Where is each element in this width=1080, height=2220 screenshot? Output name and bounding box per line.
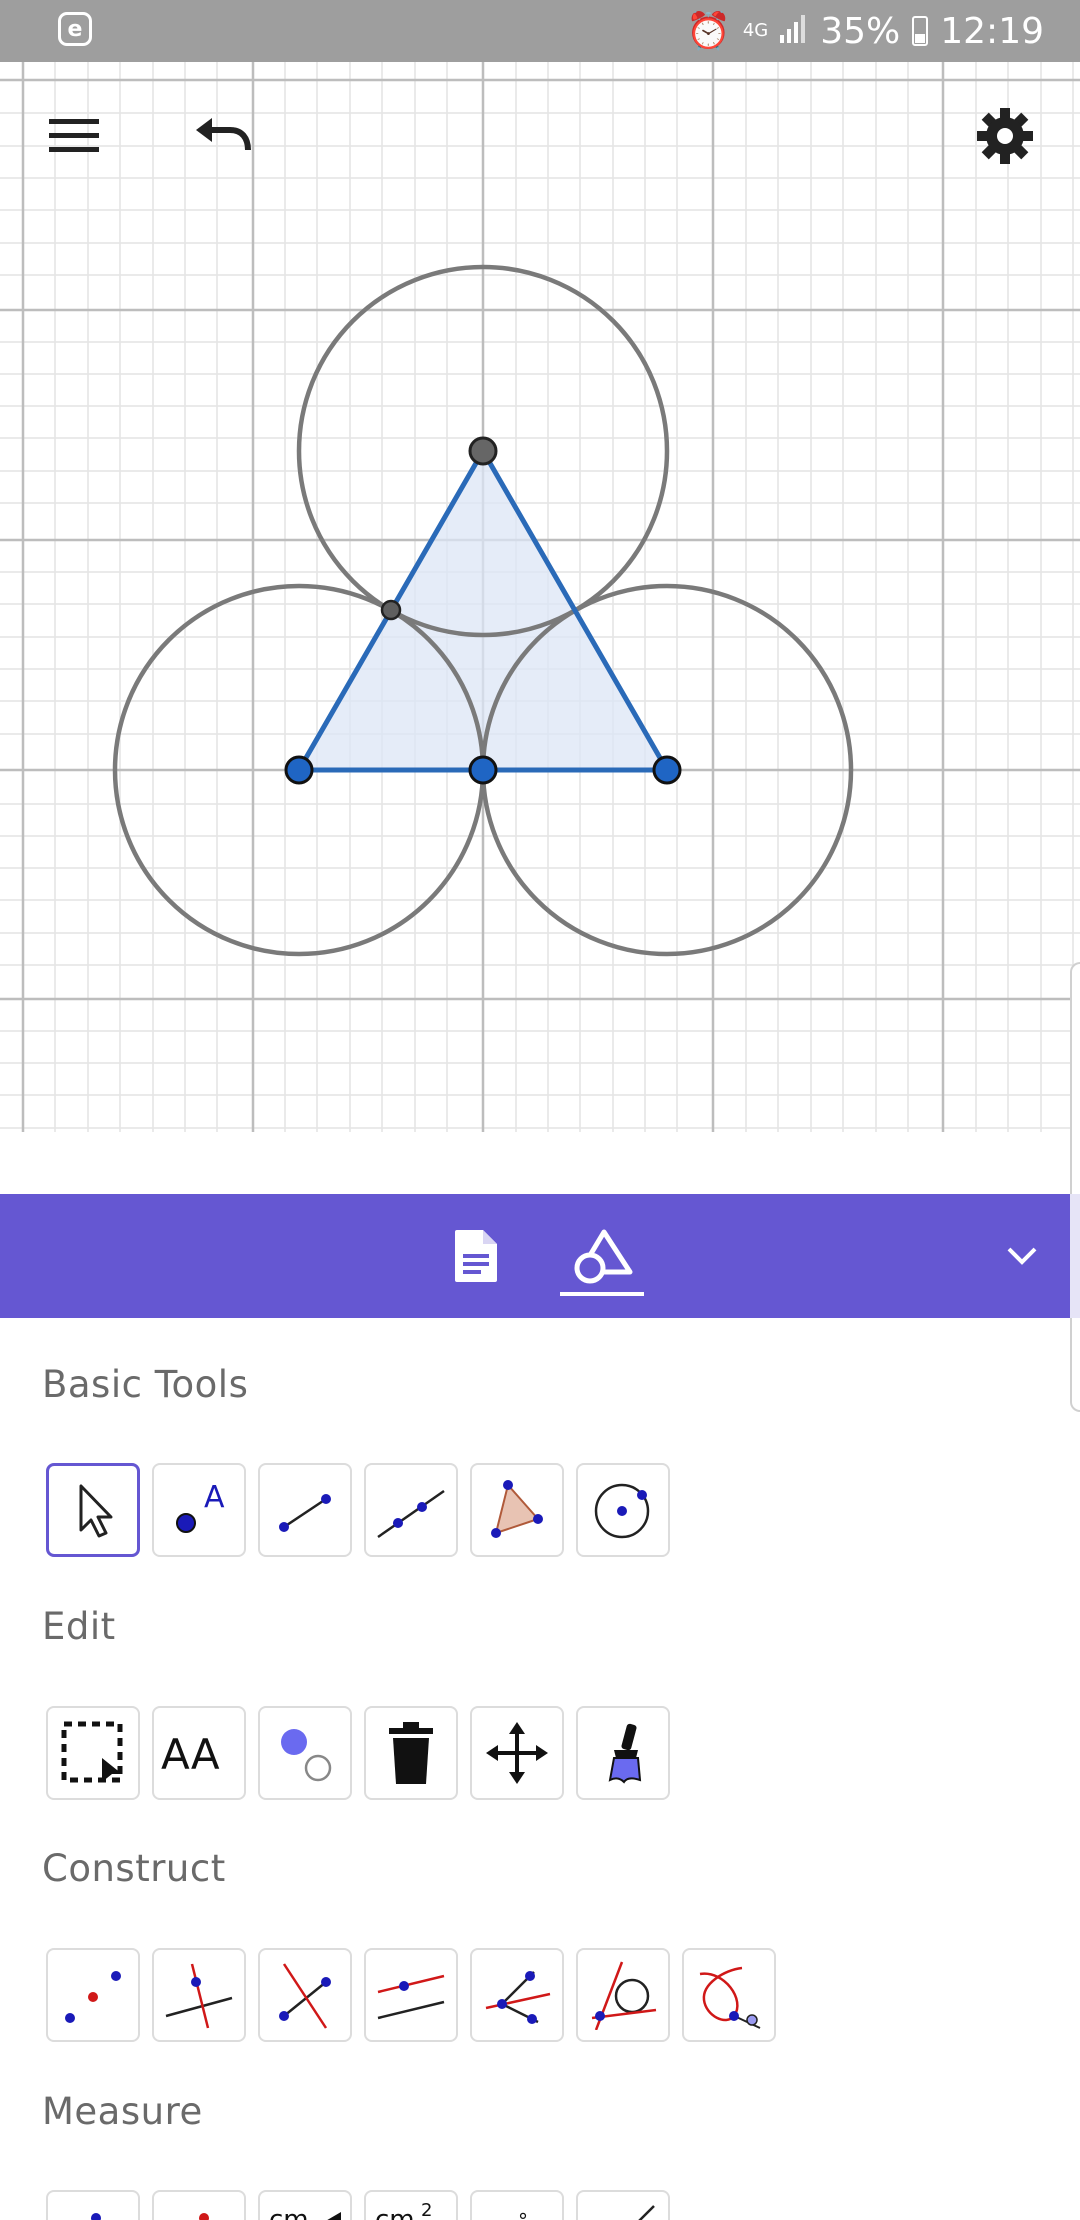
collapse-panel-button[interactable] [990,1224,1054,1288]
clock: 12:19 [940,10,1044,52]
app-notification-icon: e [58,12,92,46]
undo-icon [196,118,251,151]
slope-tool-icon [638,2205,655,2220]
chevron-down-icon [1007,1247,1037,1265]
svg-text:AA: AA [161,1730,220,1779]
copy-style-tool-button[interactable] [576,1706,670,1800]
status-bar: e ⏰ 4G 35% 12:19 [0,0,1080,62]
perpendicular-bisector-tool-icon [279,1963,331,2029]
settings-button[interactable] [960,96,1050,176]
battery-percent: 35% [820,10,901,52]
polygon-tool-icon [491,1480,543,1538]
locus-tool-button[interactable] [682,1948,776,2042]
locus-tool-icon [699,1966,761,2029]
edit-tools-row: AA [46,1706,670,1800]
midpoint-tool-icon [65,1971,121,2023]
area-tool-icon [199,2213,209,2220]
cm-length-tool-button[interactable]: cm [258,2190,352,2220]
copy-style-tool-icon [608,1723,642,1784]
network-type: 4G [742,20,769,41]
section-title-basic-tools: Basic Tools [42,1363,249,1406]
angle-tool-icon: ° [518,2209,528,2220]
status-right: ⏰ 4G 35% 12:19 [686,8,1044,54]
line-tool-icon [377,1489,445,1539]
angle-bisector-tool-icon [485,1971,551,2024]
move-graphics-view-tool-button[interactable] [470,1706,564,1800]
section-title-construct: Construct [42,1847,226,1890]
signal-icon [780,11,808,52]
point-left[interactable] [284,755,314,785]
cm2-area-tool-icon: cm 2 [375,2202,432,2220]
alarm-icon: ⏰ [686,11,731,52]
tools-panel: Basic Tools A Edit AA Construct Measure … [0,1318,1070,2220]
cm2-area-tool-button[interactable]: cm 2 [364,2190,458,2220]
side-panel-handle[interactable] [1070,962,1080,1412]
point-tool-icon: A [176,1480,225,1533]
tab-tools[interactable] [558,1212,646,1300]
parallel-line-tool-icon [377,1974,445,2020]
hamburger-menu-icon [49,119,99,152]
angle-bisector-tool-button[interactable] [470,1948,564,2042]
tangents-tool-icon [591,1961,657,2030]
delete-tool-button[interactable] [364,1706,458,1800]
parallel-line-tool-button[interactable] [364,1948,458,2042]
measure-tools-row: cm cm 2 ° [46,2190,670,2220]
gear-icon [977,108,1033,164]
circle-tool-button[interactable] [576,1463,670,1557]
construct-tools-row [46,1948,776,2042]
perpendicular-bisector-tool-button[interactable] [258,1948,352,2042]
point-apex[interactable] [468,436,498,466]
cm-length-tool-icon: cm [269,2205,341,2220]
move-tool-icon [79,1484,113,1538]
document-icon [455,1230,497,1282]
graphics-canvas[interactable] [0,62,1080,1194]
segment-tool-button[interactable] [258,1463,352,1557]
distance-tool-button[interactable] [46,2190,140,2220]
show-hide-object-tool-button[interactable] [258,1706,352,1800]
menu-button[interactable] [30,100,118,172]
cm2-superscript: 2 [421,2202,432,2220]
battery-icon [912,16,929,46]
delete-tool-icon [389,1722,433,1784]
angle-tool-button[interactable]: ° [470,2190,564,2220]
show-hide-object-tool-icon [281,1729,332,1782]
point-mid[interactable] [468,755,498,785]
midpoint-tool-button[interactable] [46,1948,140,2042]
point-tool-button[interactable]: A [152,1463,246,1557]
text-tool-button[interactable]: AA [152,1706,246,1800]
perpendicular-line-tool-icon [165,1963,233,2029]
line-tool-button[interactable] [364,1463,458,1557]
cm-label: cm [269,2205,309,2220]
svg-text:°: ° [518,2209,528,2220]
slope-tool-button[interactable] [576,2190,670,2220]
cm2-label: cm [375,2205,415,2220]
toolbar-edge [1070,1194,1080,1318]
point-right[interactable] [652,755,682,785]
area-tool-button[interactable] [152,2190,246,2220]
distance-tool-icon [91,2213,101,2220]
section-title-edit: Edit [42,1605,116,1648]
undo-button[interactable] [180,100,268,172]
select-objects-tool-button[interactable] [46,1706,140,1800]
segment-tool-icon [279,1494,331,1532]
tangents-tool-button[interactable] [576,1948,670,2042]
geometry-tools-icon [574,1229,633,1284]
perpendicular-line-tool-button[interactable] [152,1948,246,2042]
move-graphics-view-tool-icon [486,1722,548,1784]
point-intersection[interactable] [380,599,402,621]
tab-algebra[interactable] [432,1212,520,1300]
circle-center-point-tool-icon [594,1483,650,1539]
svg-text:A: A [204,1480,225,1515]
triangle-polygon[interactable] [299,451,667,770]
graphics-view[interactable] [0,62,1080,1194]
view-toolbar [0,1194,1070,1318]
text-tool-icon: AA [161,1730,220,1779]
move-tool-button[interactable] [46,1463,140,1557]
polygon-tool-button[interactable] [470,1463,564,1557]
basic-tools-row: A [46,1463,670,1557]
select-objects-tool-icon [61,1721,123,1783]
section-title-measure: Measure [42,2090,203,2133]
